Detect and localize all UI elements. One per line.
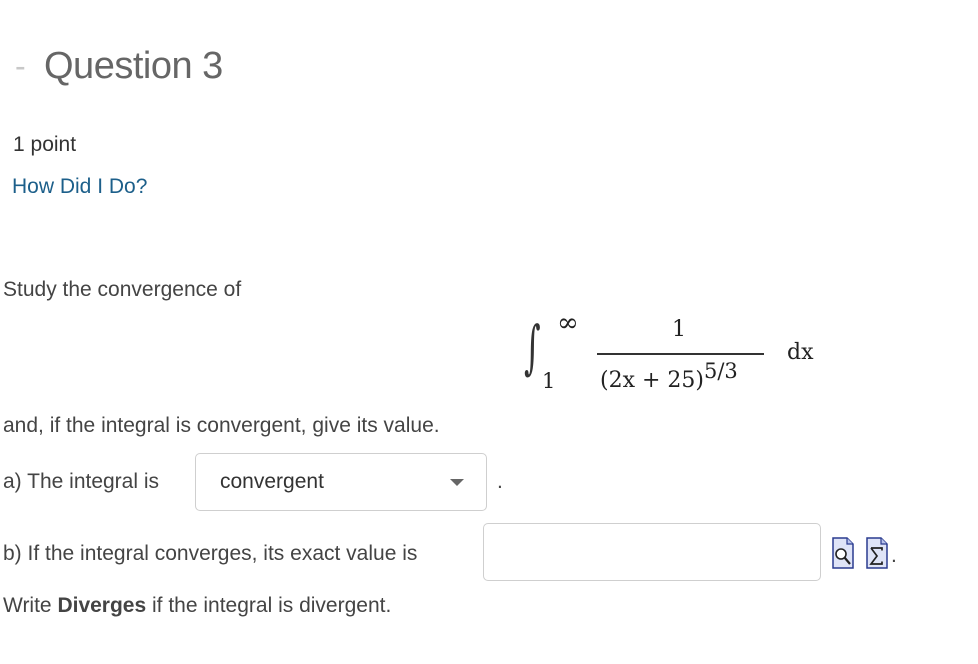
note-suffix: if the integral is divergent. bbox=[146, 594, 392, 617]
collapse-toggle[interactable]: - bbox=[15, 46, 26, 86]
note-prefix: Write bbox=[3, 594, 58, 617]
part-a-label: a) The integral is bbox=[3, 470, 160, 493]
how-did-i-do-link[interactable]: How Did I Do? bbox=[12, 175, 147, 199]
part-b-period: . bbox=[891, 544, 897, 567]
denominator-base: (2x + 25) bbox=[600, 368, 704, 393]
integral-upper-limit: ∞ bbox=[557, 308, 579, 338]
exact-value-input[interactable] bbox=[483, 523, 821, 581]
divergence-note: Write Diverges if the integral is diverg… bbox=[3, 594, 391, 618]
chevron-down-icon bbox=[450, 479, 464, 486]
fraction-numerator: 1 bbox=[672, 317, 686, 342]
convergence-select-value: convergent bbox=[220, 470, 324, 493]
fraction-bar bbox=[597, 353, 764, 355]
points-label: 1 point bbox=[13, 133, 77, 156]
equation-editor-icon[interactable] bbox=[866, 537, 888, 569]
integral-lower-limit: 1 bbox=[542, 369, 556, 393]
part-a-period: . bbox=[497, 470, 503, 493]
denominator-exponent: 5/3 bbox=[703, 359, 738, 383]
integral-sign: ∫ bbox=[524, 313, 541, 381]
fraction-denominator: (2x + 25)5/3 bbox=[600, 359, 738, 395]
problem-instruction: and, if the integral is convergent, give… bbox=[3, 414, 440, 437]
problem-prompt: Study the convergence of bbox=[3, 278, 242, 301]
differential: dx bbox=[787, 340, 814, 365]
convergence-select[interactable]: convergent bbox=[195, 453, 487, 511]
question-title: Question 3 bbox=[44, 45, 223, 87]
note-bold-word: Diverges bbox=[57, 594, 147, 617]
preview-icon[interactable] bbox=[832, 537, 854, 569]
part-b-label: b) If the integral converges, its exact … bbox=[3, 542, 418, 565]
